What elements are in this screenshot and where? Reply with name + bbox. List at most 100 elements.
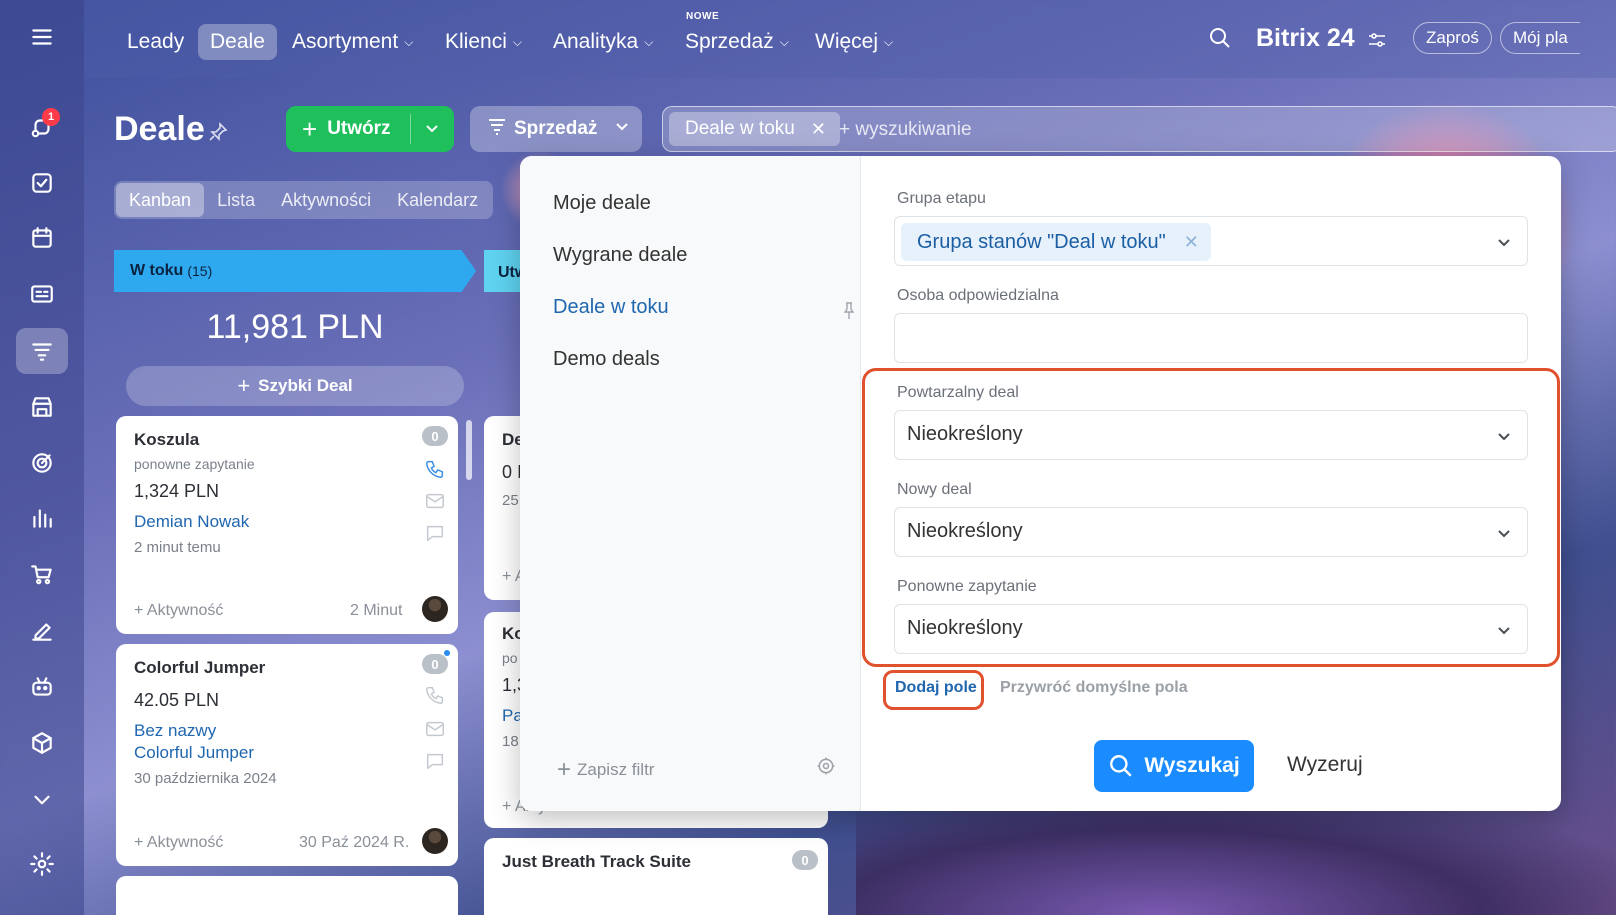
field-label-stage-group: Grupa etapu xyxy=(897,190,986,207)
nav-item-leady[interactable]: Leady xyxy=(115,24,196,60)
card-contact-link[interactable]: Demian Nowak xyxy=(134,512,249,532)
brand-logo: Bitrix 24 xyxy=(1256,24,1355,52)
avatar[interactable] xyxy=(422,596,448,622)
search-icon[interactable] xyxy=(1208,26,1232,55)
my-plan-button[interactable]: Mój pla xyxy=(1500,22,1580,54)
deal-card[interactable]: Koszula ponowne zapytanie 1,324 PLN Demi… xyxy=(116,416,458,634)
tasks-icon[interactable] xyxy=(16,160,68,206)
card-title[interactable]: Colorful Jumper xyxy=(134,658,265,678)
store-icon[interactable] xyxy=(16,384,68,430)
chat-icon[interactable] xyxy=(424,750,446,772)
column-header-w-toku[interactable]: W toku (15) xyxy=(114,250,476,292)
card-date: 30 Paź 2024 R. xyxy=(299,834,410,851)
nav-item-asortyment[interactable]: Asortyment ⌵ xyxy=(280,24,425,60)
add-activity-link[interactable]: + Aktywność xyxy=(134,602,223,620)
tab-kalendarz[interactable]: Kalendarz xyxy=(384,183,491,217)
stage-group-select[interactable]: Grupa stanów "Deal w toku" ✕ xyxy=(894,216,1528,266)
tab-lista[interactable]: Lista xyxy=(204,183,268,217)
funnel-flow-icon[interactable]: 1 xyxy=(16,104,68,150)
mail-icon[interactable] xyxy=(424,490,446,512)
field-label-responsible: Osoba odpowiedzialna xyxy=(897,287,1059,304)
tab-kanban[interactable]: Kanban xyxy=(116,183,205,217)
add-activity-link[interactable]: + Aktywność xyxy=(134,834,223,852)
divider xyxy=(410,114,411,144)
search-button[interactable]: Wyszukaj xyxy=(1094,740,1254,792)
target-icon[interactable] xyxy=(16,440,68,486)
sign-icon[interactable] xyxy=(16,608,68,654)
tab-aktywnosci[interactable]: Aktywności xyxy=(268,183,384,217)
pin-icon[interactable] xyxy=(208,122,228,147)
analytics-icon[interactable] xyxy=(16,495,68,541)
card-date: 2 Minut xyxy=(350,602,403,619)
card-title[interactable]: Just Breath Track Suite xyxy=(502,852,691,872)
phone-icon[interactable] xyxy=(424,458,446,480)
chat-icon[interactable] xyxy=(424,522,446,544)
nav-label: Więcej xyxy=(815,30,879,53)
deal-card[interactable] xyxy=(116,876,458,915)
card-product-link[interactable]: Colorful Jumper xyxy=(134,743,254,763)
card-counter: 0 xyxy=(792,850,818,870)
card-contact-link[interactable]: Bez nazwy xyxy=(134,721,216,741)
chevron-down-icon: ⌵ xyxy=(779,34,789,49)
preset-wygrane-deale[interactable]: Wygrane deale xyxy=(553,244,687,267)
cart-icon[interactable] xyxy=(16,551,68,597)
card-time: 30 października 2024 xyxy=(134,770,277,787)
add-field-link[interactable]: Dodaj pole xyxy=(895,679,977,697)
settings-sliders-icon[interactable] xyxy=(1368,32,1386,53)
preset-moje-deale[interactable]: Moje deale xyxy=(553,192,651,215)
create-button[interactable]: + Utwórz xyxy=(286,106,454,152)
card-counter: 0 xyxy=(422,426,448,446)
card-title[interactable]: Koszula xyxy=(134,430,199,450)
nav-item-klienci[interactable]: Klienci ⌵ xyxy=(433,24,534,60)
cube-icon[interactable] xyxy=(16,720,68,766)
reset-button[interactable]: Wyzeruj xyxy=(1287,753,1363,777)
deal-card[interactable]: Just Breath Track Suite 0 xyxy=(484,838,828,915)
robot-icon[interactable] xyxy=(16,664,68,710)
create-label: Utwórz xyxy=(327,118,391,139)
quick-deal-label: Szybki Deal xyxy=(258,376,353,395)
filter-search-bar[interactable]: Deale w toku ✕ + wyszukiwanie xyxy=(662,106,1616,152)
new-badge: NOWE xyxy=(686,11,720,22)
chevron-down-icon: ⌵ xyxy=(404,34,414,49)
crm-filter-icon[interactable] xyxy=(16,328,68,374)
pipeline-label: Sprzedaż xyxy=(514,118,598,139)
scrollbar[interactable] xyxy=(466,420,472,480)
nav-item-analityka[interactable]: Analityka ⌵ xyxy=(541,24,665,60)
restore-default-fields-link[interactable]: Przywróć domyślne pola xyxy=(1000,679,1188,697)
menu-icon[interactable] xyxy=(16,14,68,60)
filter-chip[interactable]: Deale w toku ✕ xyxy=(669,112,840,146)
save-filter-button[interactable]: + Zapisz filtr xyxy=(557,756,654,784)
column-header-utworzony[interactable]: Utw xyxy=(484,250,527,292)
nav-item-sprzedaz[interactable]: Sprzedaż ⌵ xyxy=(673,24,801,60)
preset-deale-w-toku[interactable]: Deale w toku xyxy=(553,296,669,319)
responsible-input[interactable] xyxy=(894,313,1528,363)
chevron-down-icon[interactable] xyxy=(1495,233,1513,256)
chevron-down-icon[interactable] xyxy=(422,118,442,144)
gear-icon[interactable] xyxy=(16,841,68,887)
phone-icon[interactable] xyxy=(424,684,446,706)
plus-icon: + xyxy=(237,373,251,398)
contact-card-icon[interactable] xyxy=(16,271,68,317)
deal-card[interactable]: Colorful Jumper 42.05 PLN Bez nazwy Colo… xyxy=(116,644,458,866)
close-icon[interactable]: ✕ xyxy=(1184,232,1199,253)
chevron-down-icon[interactable] xyxy=(16,777,68,823)
calendar-icon[interactable] xyxy=(16,215,68,261)
quick-deal-button[interactable]: + Szybki Deal xyxy=(126,366,464,406)
nav-label: Asortyment xyxy=(292,30,399,53)
pipeline-button[interactable]: Sprzedaż xyxy=(470,106,642,152)
gear-icon[interactable] xyxy=(816,756,836,781)
nav-item-deale[interactable]: Deale xyxy=(198,24,277,60)
card-time: 18 xyxy=(502,733,519,750)
nav-item-wiecej[interactable]: Więcej ⌵ xyxy=(803,24,905,60)
mail-icon[interactable] xyxy=(424,718,446,740)
stage-group-tag[interactable]: Grupa stanów "Deal w toku" ✕ xyxy=(901,223,1211,261)
filter-chip-label: Deale w toku xyxy=(685,118,795,139)
invite-button[interactable]: Zaproś xyxy=(1413,22,1492,54)
nav-label: Leady xyxy=(127,30,185,53)
card-counter: 0 xyxy=(422,654,448,674)
search-placeholder[interactable]: + wyszukiwanie xyxy=(839,119,972,141)
preset-demo-deals[interactable]: Demo deals xyxy=(553,348,660,371)
avatar[interactable] xyxy=(422,828,448,854)
close-icon[interactable]: ✕ xyxy=(811,119,826,140)
pin-icon[interactable] xyxy=(843,302,855,325)
